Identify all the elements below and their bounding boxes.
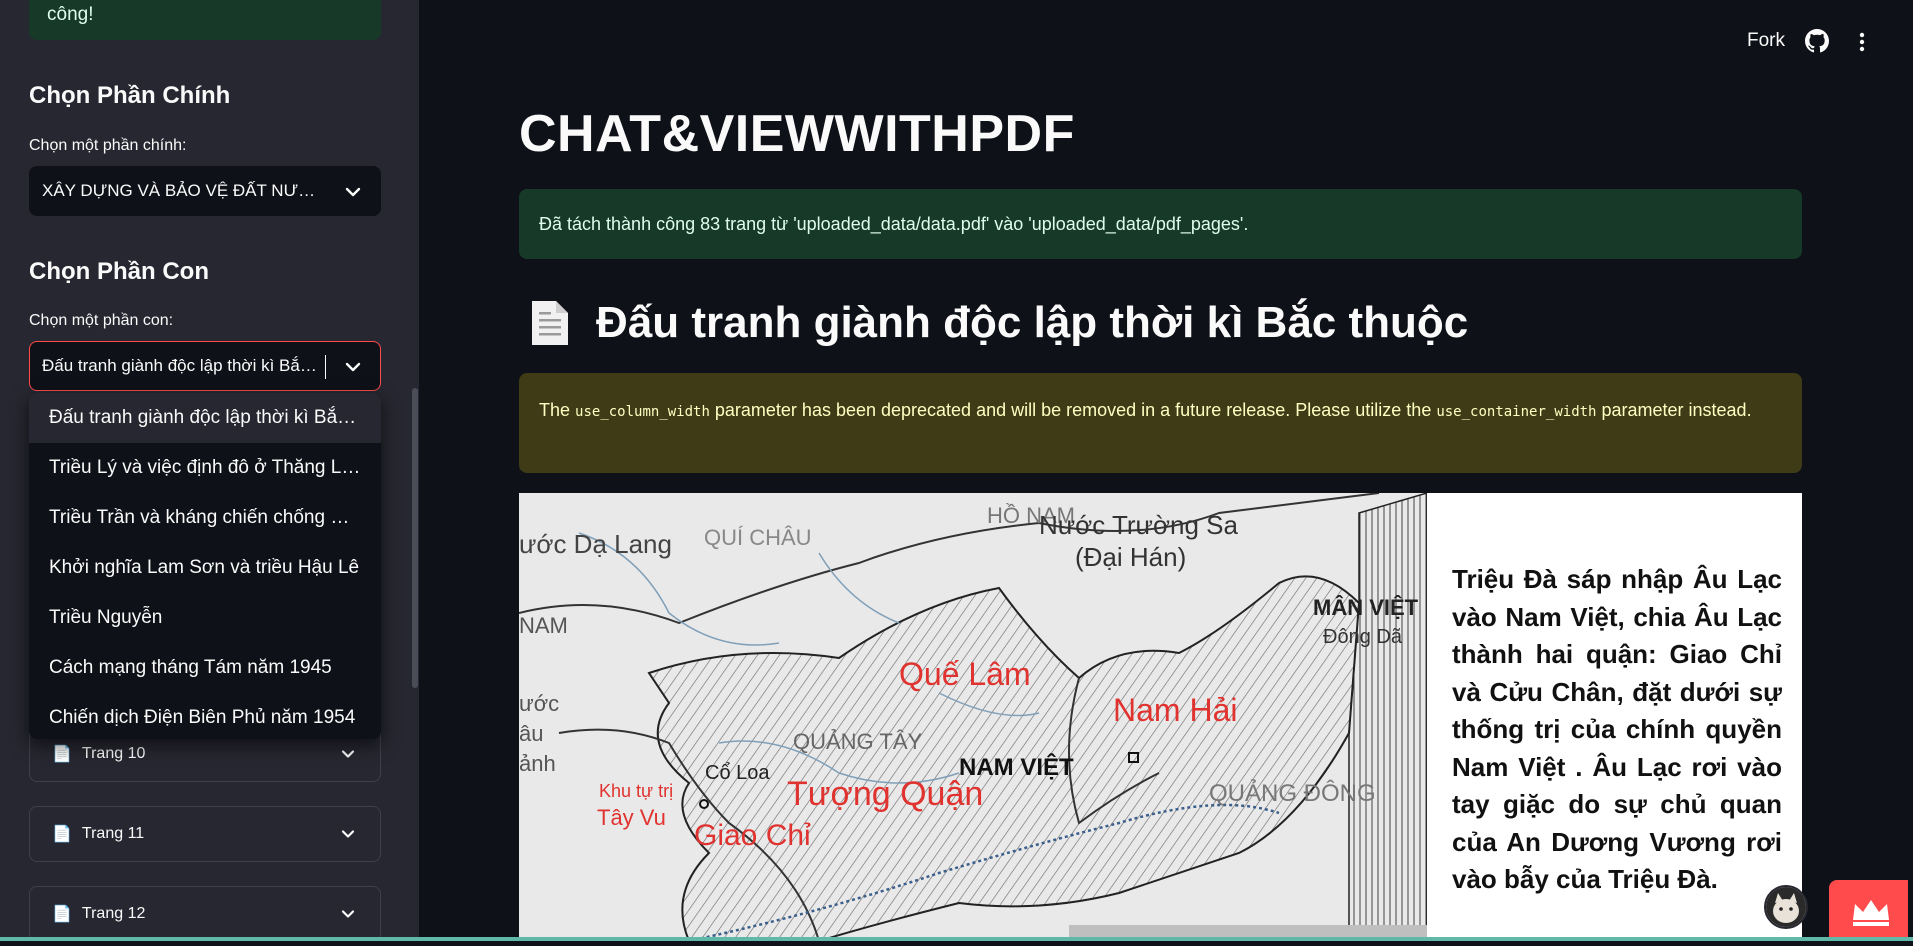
kebab-menu-icon[interactable] [1853,30,1871,54]
bottom-border [0,937,1913,941]
map-label: QUẢNG ĐÔNG [1209,778,1376,807]
warning-text: parameter instead. [1596,400,1752,420]
dropdown-option[interactable]: Đấu tranh giành độc lập thời kì Bắc thuộ… [29,393,381,443]
page-side-text: Triệu Đà sáp nhập Âu Lạc vào Nam Việt, c… [1452,564,1782,894]
dropdown-option[interactable]: Triều Lý và việc định đô ở Thăng Long [29,443,381,493]
map-label: Nam Hải [1113,692,1237,728]
sidebar: công! Chọn Phần Chính Chọn một phần chín… [0,0,419,941]
map-label: Khu tự trị [599,781,673,801]
main-section-heading: Chọn Phần Chính [29,82,231,109]
sub-section-select[interactable]: Đấu tranh giành độc lập thời kì Bắc thuộ… [29,341,381,391]
avatar[interactable] [1764,885,1808,929]
deprecation-warning: The use_column_width parameter has been … [519,373,1802,473]
chevron-down-icon [341,830,355,838]
map-label: Cổ Loa [705,762,770,784]
github-icon[interactable] [1805,29,1829,53]
document-icon [532,301,568,345]
map-label: MÂN VIỆT [1313,595,1419,620]
map-label: Tây Vu [597,805,666,830]
warning-text: parameter has been deprecated and will b… [709,400,1437,420]
sidebar-scrollbar[interactable] [412,388,418,688]
success-message: Đã tách thành công 83 trang từ 'uploaded… [539,213,1249,234]
dropdown-option[interactable]: Triều Nguyễn [29,593,381,643]
page-heading-text: Đấu tranh giành độc lập thời kì Bắc thuộ… [596,298,1469,347]
map-label: ước [519,691,559,716]
warning-text: The [539,400,576,420]
sub-select-label: Chọn một phần con: [29,312,174,329]
historical-map: ước Dạ Lang QUÍ CHÂU HỒ NAM Nước Trường … [519,493,1427,941]
document-icon: 📄 [52,826,72,843]
sub-section-heading: Chọn Phần Con [29,258,209,285]
map-label: QUẢNG TÂY [793,729,923,754]
page-heading: Đấu tranh giành độc lập thời kì Bắc thuộ… [528,298,1468,348]
dropdown-option[interactable]: Chiến dịch Điện Biên Phủ năm 1954 [29,693,381,739]
pdf-page-image: ước Dạ Lang QUÍ CHÂU HỒ NAM Nước Trường … [519,493,1802,941]
dropdown-option[interactable]: Khởi nghĩa Lam Sơn và triều Hậu Lê [29,543,381,593]
sidebar-success-text: công! [47,4,94,25]
sub-select-value: Đấu tranh giành độc lập thời kì Bắc thuộ… [42,356,324,375]
document-icon: 📄 [52,906,72,923]
page-expander[interactable]: 📄 Trang 12 [29,886,381,941]
expander-label: Trang 11 [81,825,145,842]
chevron-down-icon [345,187,361,197]
streamlit-badge-button[interactable] [1829,880,1913,941]
cat-avatar-icon [1766,887,1806,927]
map-label: Giao Chỉ [694,819,811,852]
app-title: CHAT&VIEWWITHPDF [519,105,1075,163]
sidebar-success-alert: công! [29,0,381,40]
dropdown-option[interactable]: Cách mạng tháng Tám năm 1945 [29,643,381,693]
expander-label: Trang 10 [81,745,146,762]
page-expander[interactable]: 📄 Trang 11 [29,806,381,862]
main-section-select[interactable]: XÂY DỰNG VÀ BẢO VỆ ĐẤT NƯỚC [29,166,381,216]
success-alert: Đã tách thành công 83 trang từ 'uploaded… [519,189,1802,259]
fork-button[interactable]: Fork [1747,30,1785,52]
chevron-down-icon [341,750,355,758]
warning-code: use_container_width [1436,404,1597,420]
chevron-down-icon [345,362,361,372]
crown-icon [1853,900,1889,926]
sub-section-dropdown: Đấu tranh giành độc lập thời kì Bắc thuộ… [29,393,381,739]
map-label: ước Dạ Lang [519,529,672,559]
map-label: NAM [519,613,568,638]
map-label: QUÍ CHÂU [704,525,812,550]
map-label: Nước Trường Sa [1039,510,1239,540]
chevron-down-icon [341,910,355,918]
map-label: âu [519,721,543,746]
document-icon: 📄 [52,746,72,763]
main-select-value: XÂY DỰNG VÀ BẢO VỆ ĐẤT NƯỚC [42,181,324,200]
window-edge [1908,0,1913,941]
map-label: Tượng Quận [787,775,983,813]
map-label: (Đại Hán) [1075,542,1186,572]
text-cursor [325,355,326,379]
warning-code: use_column_width [575,404,710,420]
map-label: Đông Dã [1323,626,1403,648]
dropdown-option[interactable]: Triều Trần và kháng chiến chống Mông Ngu… [29,493,381,543]
map-label: ảnh [519,751,556,776]
expander-label: Trang 12 [81,905,146,922]
main-select-label: Chọn một phần chính: [29,137,187,154]
map-label: Quế Lâm [899,656,1031,692]
